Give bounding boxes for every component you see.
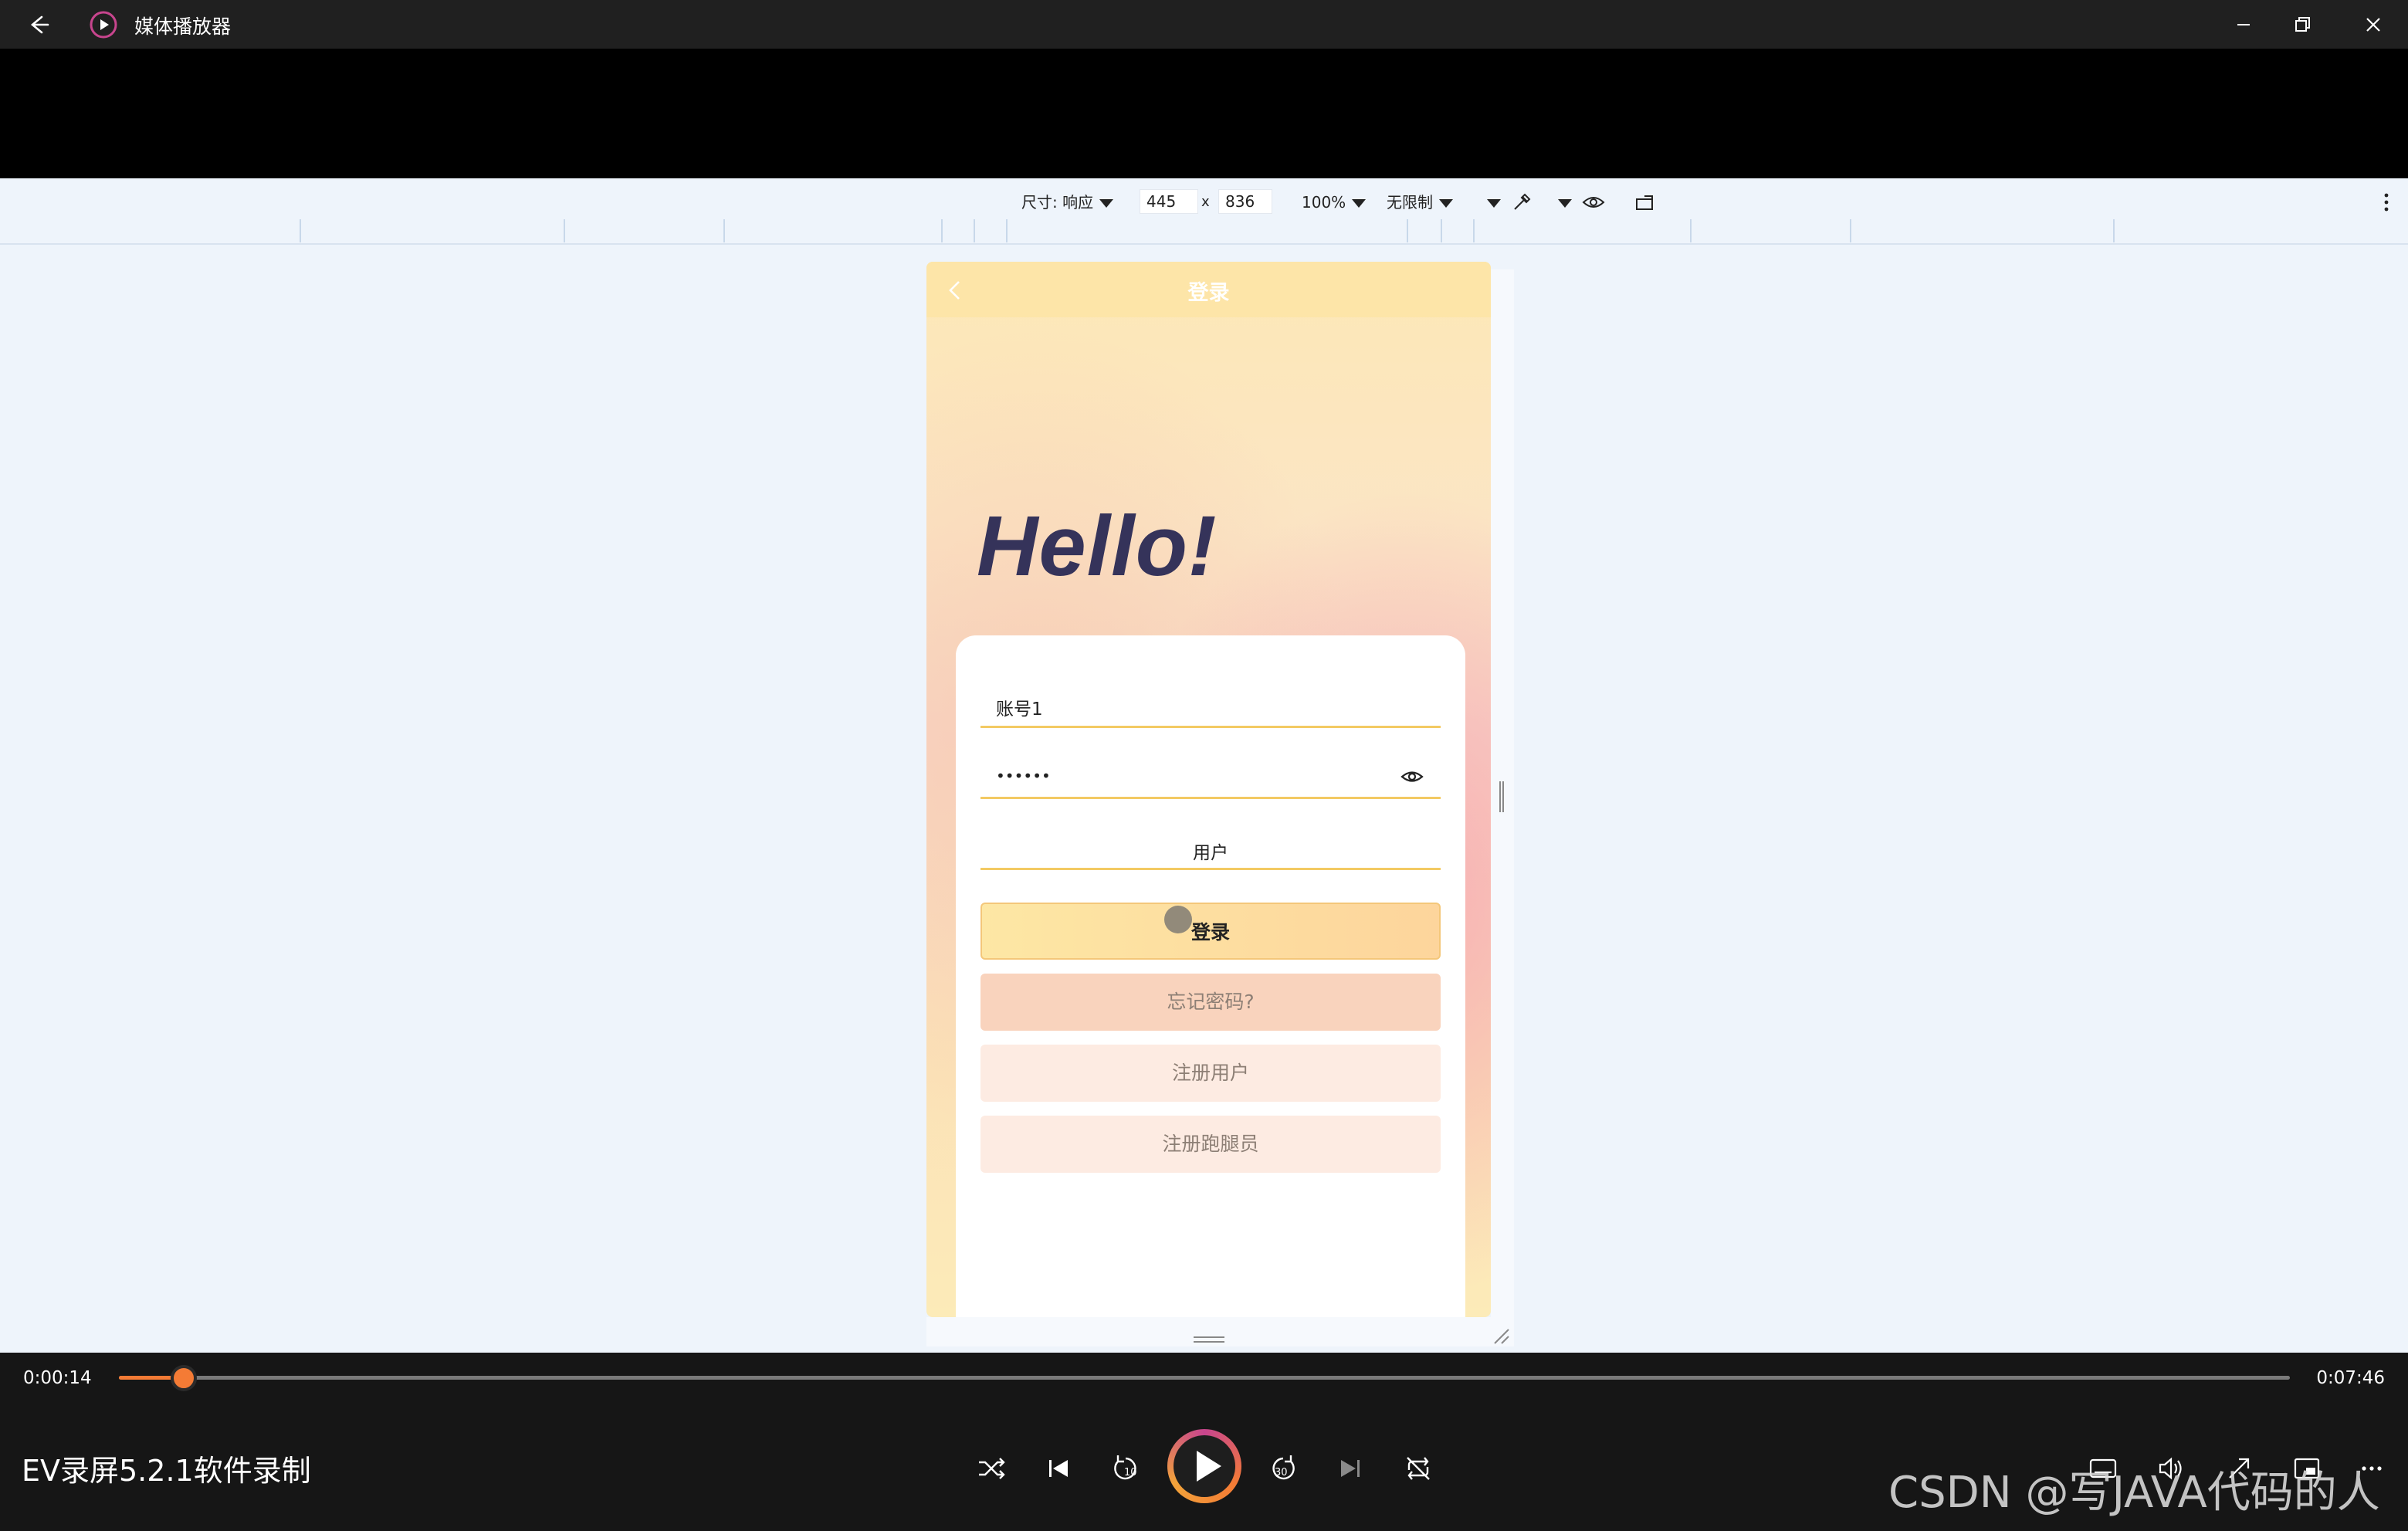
ruler-tick [941,219,943,242]
eye-icon[interactable] [1581,191,1606,214]
touch-dropdown[interactable] [1481,191,1501,214]
media-player-window: 媒体播放器 尺寸: 响应 445 x 836 100% 无限制 登录 Hello… [0,0,2408,1531]
play-icon [1197,1451,1221,1482]
navigation-bar: 登录 [926,262,1491,317]
back-arrow-icon[interactable] [22,9,52,40]
minimize-icon[interactable] [2228,9,2259,40]
skip-back-icon[interactable]: 10 [1109,1451,1143,1485]
width-input[interactable]: 445 [1140,189,1198,214]
rotate-device-icon[interactable] [1634,191,1658,214]
video-letterbox [0,49,2408,178]
login-card: 账号1 •••••• 用户 登录 忘记密码? 注册用户 注册跑腿员 [956,635,1465,1317]
ruler-tick [1441,219,1442,242]
caret-down-icon [1352,199,1367,208]
media-title: EV录屏5.2.1软件录制 [22,1454,311,1488]
media-player-logo-icon [90,11,117,39]
hello-heading: Hello! [977,499,1218,594]
eyedropper-icon[interactable] [1510,191,1533,214]
ruler-tick [1690,219,1692,242]
mobile-preview: 登录 Hello! 账号1 •••••• 用户 登录 忘记密码? 注册用户 注册… [926,262,1491,1317]
account-value: 账号1 [996,699,1043,720]
device-size-label: 尺寸: 响应 [1021,193,1094,212]
device-size-dropdown[interactable]: 尺寸: 响应 [1021,191,1114,214]
ruler-tick [300,219,301,242]
ruler-tick [723,219,725,242]
throttle-dropdown[interactable]: 无限制 [1387,191,1453,214]
ruler-tick [564,219,565,242]
throttle-label: 无限制 [1387,193,1433,212]
ruler-tick [1850,219,1851,242]
account-field[interactable]: 账号1 [980,683,1441,728]
show-password-eye-icon[interactable] [1399,765,1425,788]
ruler-tick [1006,219,1008,242]
next-track-icon[interactable] [1333,1451,1367,1485]
repeat-icon[interactable] [1401,1451,1435,1485]
play-button[interactable] [1167,1429,1241,1503]
forgot-password-button[interactable]: 忘记密码? [980,974,1441,1031]
caret-down-icon [1099,199,1114,208]
ruler-tick [2113,219,2115,242]
current-time: 0:00:14 [23,1368,92,1388]
caret-down-icon [1487,199,1501,208]
skip-forward-seconds: 30 [1275,1467,1288,1478]
media-query-ruler [0,219,2408,242]
password-field[interactable]: •••••• [980,754,1441,799]
ruler-tick [974,219,975,242]
app-title: 媒体播放器 [134,15,232,38]
close-icon[interactable] [2358,9,2389,40]
resize-handle-vertical-icon[interactable] [1498,780,1505,814]
play-button-inner [1174,1435,1235,1497]
seek-bar[interactable] [119,1376,2290,1380]
resize-handle-horizontal-icon[interactable] [1192,1334,1226,1345]
role-value: 用户 [1193,843,1228,863]
role-picker[interactable]: 用户 [980,825,1441,870]
ruler-tick [1407,219,1408,242]
password-value: •••••• [996,767,1051,785]
skip-back-seconds: 10 [1124,1467,1137,1478]
shuffle-icon[interactable] [974,1451,1008,1485]
mouse-cursor-indicator [1164,906,1192,933]
ruler-tick [1473,219,1475,242]
register-user-button[interactable]: 注册用户 [980,1045,1441,1102]
register-runner-button[interactable]: 注册跑腿员 [980,1116,1441,1173]
zoom-dropdown[interactable]: 100% [1302,191,1367,214]
total-time: 0:07:46 [2316,1368,2385,1388]
vision-dropdown[interactable] [1552,191,1572,214]
skip-forward-icon[interactable]: 30 [1266,1451,1300,1485]
title-bar: 媒体播放器 [0,0,2408,49]
caret-down-icon [1439,199,1453,208]
login-button[interactable]: 登录 [980,903,1441,960]
restore-icon[interactable] [2287,9,2318,40]
resize-corner-icon[interactable] [1492,1326,1510,1345]
csdn-watermark: CSDN @写JAVA代码的人 [1888,1468,2380,1518]
caret-down-icon [1558,199,1572,208]
previous-track-icon[interactable] [1041,1451,1075,1485]
height-input[interactable]: 836 [1218,189,1272,214]
zoom-label: 100% [1302,193,1346,212]
more-options-icon[interactable] [2382,191,2391,214]
nav-title: 登录 [1187,281,1230,305]
dimension-separator: x [1201,194,1210,210]
